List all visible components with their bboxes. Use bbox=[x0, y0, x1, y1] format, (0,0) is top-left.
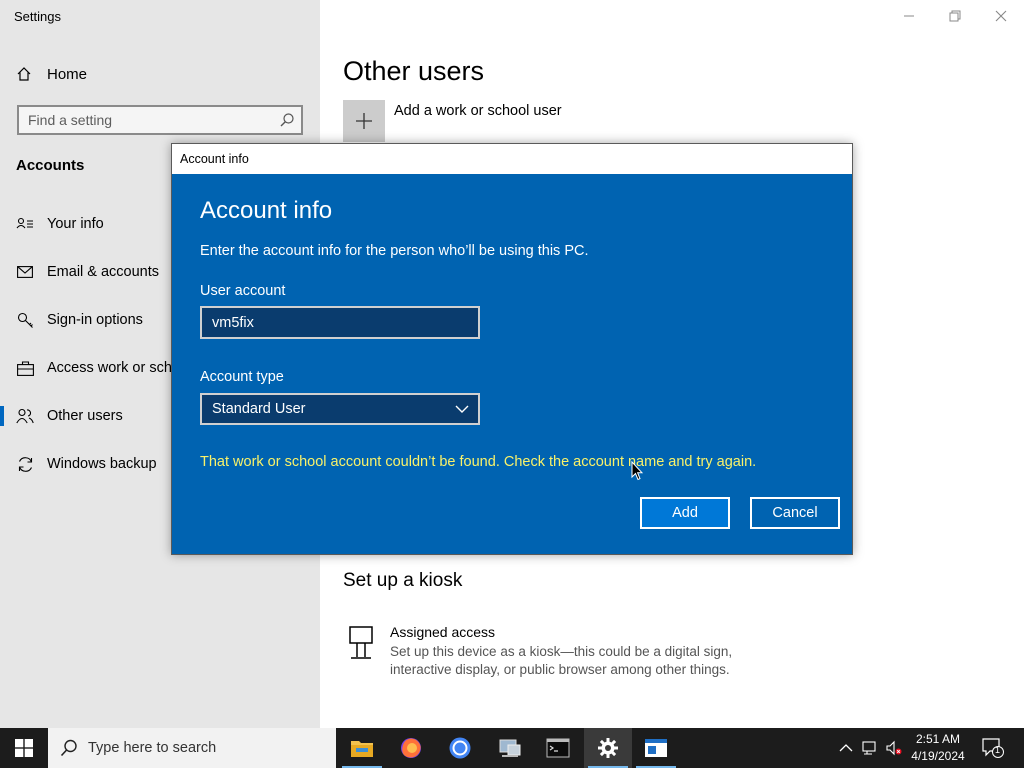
taskbar-settings[interactable] bbox=[584, 728, 632, 768]
firefox-icon bbox=[401, 738, 421, 758]
kiosk-section-title: Set up a kiosk bbox=[343, 570, 463, 591]
mouse-cursor-icon bbox=[631, 461, 643, 481]
page-title: Other users bbox=[343, 56, 485, 86]
notification-center-button[interactable]: 1 bbox=[982, 738, 1004, 763]
add-work-user-button[interactable] bbox=[343, 100, 385, 142]
search-icon bbox=[60, 739, 77, 757]
taskbar-file-explorer[interactable] bbox=[338, 728, 386, 768]
taskbar-firefox[interactable] bbox=[387, 728, 435, 768]
sidebar-item-label: Other users bbox=[47, 408, 123, 424]
user-account-label: User account bbox=[200, 283, 286, 299]
briefcase-icon bbox=[16, 359, 34, 377]
computer-management-icon bbox=[499, 739, 521, 757]
start-button[interactable] bbox=[0, 728, 48, 768]
dialog-description: Enter the account info for the person wh… bbox=[200, 243, 589, 259]
taskbar-search-box[interactable]: Type here to search bbox=[48, 728, 336, 768]
cancel-button[interactable]: Cancel bbox=[750, 497, 840, 529]
plus-icon bbox=[356, 113, 372, 129]
taskbar: Type here to search 2:51 AM 4/19/2024 1 bbox=[0, 728, 1024, 768]
sidebar-item-label: Sign-in options bbox=[47, 312, 143, 328]
sidebar-item-label: Email & accounts bbox=[47, 264, 160, 280]
find-setting-search[interactable]: Find a setting bbox=[17, 105, 303, 135]
home-label: Home bbox=[47, 65, 88, 83]
network-icon[interactable] bbox=[862, 740, 878, 756]
sidebar-item-label: Windows backup bbox=[47, 456, 157, 472]
sidebar-home[interactable]: Home bbox=[16, 63, 87, 85]
chevron-down-icon bbox=[455, 405, 469, 413]
person-card-icon bbox=[16, 215, 34, 233]
account-type-select[interactable]: Standard User bbox=[200, 393, 480, 425]
notification-count-badge: 1 bbox=[995, 745, 1001, 755]
section-title-accounts: Accounts bbox=[16, 157, 85, 174]
user-account-input[interactable] bbox=[200, 306, 480, 339]
key-icon bbox=[16, 311, 34, 329]
assigned-access-description: Set up this device as a kiosk—this could… bbox=[390, 644, 733, 677]
restore-icon[interactable] bbox=[947, 8, 963, 24]
error-message: That work or school account couldn’t be … bbox=[200, 454, 757, 470]
chrome-icon bbox=[449, 737, 471, 759]
search-placeholder: Find a setting bbox=[28, 112, 113, 128]
taskbar-chrome[interactable] bbox=[436, 728, 484, 768]
dialog-heading: Account info bbox=[200, 197, 333, 224]
kiosk-icon bbox=[349, 626, 373, 659]
taskbar-search-placeholder: Type here to search bbox=[88, 740, 217, 756]
sidebar-item-label: Access work or scho bbox=[47, 360, 180, 376]
home-icon bbox=[17, 67, 31, 81]
taskbar-system-app[interactable] bbox=[486, 728, 534, 768]
mail-icon bbox=[16, 263, 34, 281]
windows-logo-icon bbox=[15, 739, 33, 757]
chevron-up-icon[interactable] bbox=[838, 740, 854, 756]
sync-icon bbox=[16, 455, 34, 473]
gear-icon bbox=[598, 738, 618, 758]
folder-icon bbox=[351, 741, 373, 757]
add-button[interactable]: Add bbox=[640, 497, 730, 529]
minimize-icon[interactable] bbox=[901, 8, 917, 24]
add-work-user-label[interactable]: Add a work or school user bbox=[394, 103, 562, 119]
search-icon bbox=[280, 113, 294, 127]
account-type-value: Standard User bbox=[212, 401, 306, 417]
dialog-titlebar: Account info bbox=[172, 144, 852, 174]
account-info-dialog: Account info Account info Enter the acco… bbox=[171, 143, 853, 555]
window-app-icon bbox=[645, 739, 667, 757]
clock-time: 2:51 AM bbox=[915, 732, 961, 746]
system-clock[interactable]: 2:51 AM 4/19/2024 bbox=[906, 731, 970, 765]
clock-date: 4/19/2024 bbox=[911, 749, 965, 763]
terminal-icon bbox=[546, 738, 570, 758]
close-icon[interactable] bbox=[993, 8, 1009, 24]
taskbar-command-prompt[interactable] bbox=[534, 728, 582, 768]
window-title: Settings bbox=[14, 9, 61, 24]
notification-icon bbox=[982, 738, 1004, 758]
volume-muted-icon[interactable] bbox=[886, 740, 902, 756]
account-type-label: Account type bbox=[200, 369, 284, 385]
taskbar-account-dialog[interactable] bbox=[632, 728, 680, 768]
people-icon bbox=[16, 407, 34, 425]
assigned-access-link[interactable]: Assigned access bbox=[390, 624, 495, 640]
sidebar-item-label: Your info bbox=[47, 216, 104, 232]
